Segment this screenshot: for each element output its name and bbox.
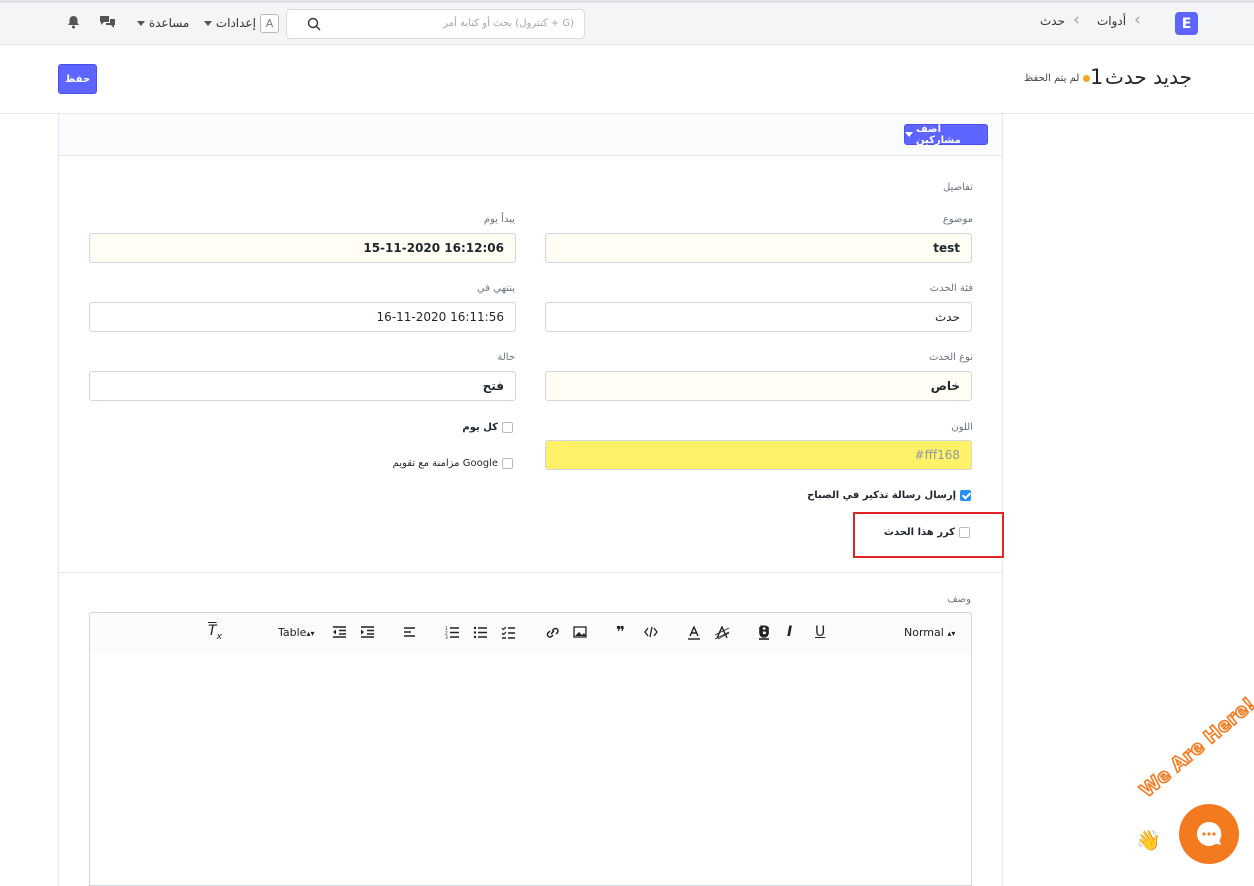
morning-reminder-checkbox[interactable]: إرسال رسالة تذكير في الصباح [807, 490, 971, 501]
help-dropdown[interactable]: مساعدة [137, 16, 189, 30]
bold-icon[interactable]: B [759, 624, 770, 640]
breadcrumb-event[interactable]: حدث [1040, 14, 1065, 28]
top-navbar: E ‹ أدوات ‹ حدث بحث أو كتابة أمر (كنترول… [0, 0, 1254, 45]
chevron-left-icon: ‹ [1134, 10, 1141, 30]
blockquote-icon[interactable]: ❞ [616, 623, 625, 641]
color-input[interactable]: #fff168 [545, 440, 972, 470]
chat-bubble-icon [1196, 821, 1222, 846]
help-label: مساعدة [148, 16, 190, 30]
color-label: اللون [951, 422, 973, 433]
chat-bubbles-icon[interactable] [99, 15, 116, 32]
text-color-icon[interactable] [687, 626, 701, 640]
breadcrumb-tools[interactable]: أدوات [1097, 14, 1126, 28]
table-label: Table [278, 626, 307, 639]
all-day-label: كل يوم [462, 422, 498, 433]
user-avatar[interactable]: A [260, 14, 279, 33]
ordered-list-icon[interactable]: 123 [445, 626, 460, 639]
search-placeholder: بحث أو كتابة أمر (كنترول + G) [443, 18, 574, 29]
caret-down-icon [204, 21, 212, 26]
chat-tagline: We Are Here! [1135, 692, 1254, 802]
format-select[interactable]: Normal ▴▾ [904, 626, 955, 639]
unsaved-status: لم يتم الحفظ [1024, 73, 1080, 84]
settings-dropdown[interactable]: إعدادات [204, 16, 256, 30]
indent-icon[interactable] [360, 626, 375, 638]
google-sync-checkbox[interactable]: مزامنة مع تقويم Google [393, 458, 513, 469]
starts-on-label: يبدأ يوم [483, 214, 515, 225]
checkbox-icon[interactable] [502, 458, 513, 469]
google-sync-label: مزامنة مع تقويم Google [392, 458, 498, 469]
search-input[interactable]: بحث أو كتابة أمر (كنترول + G) [286, 9, 585, 39]
morning-reminder-label: إرسال رسالة تذكير في الصباح [807, 490, 956, 501]
form-panel-header: أضف مشاركين [59, 114, 1002, 156]
event-type-select[interactable]: خاص [545, 371, 972, 401]
divider [59, 155, 1002, 156]
checkbox-checked-icon[interactable] [960, 490, 971, 501]
underline-button[interactable]: U [815, 624, 825, 640]
italic-icon[interactable]: I [787, 624, 792, 640]
unsaved-indicator-dot [1083, 75, 1090, 82]
save-button[interactable]: حفظ [58, 64, 97, 94]
editor-toolbar: Normal ▴▾ I B U ❞ 1 2 3 Table▴▾ Tx [89, 612, 972, 654]
clear-format-x: x [216, 631, 222, 642]
page-title-number: 1 [1090, 65, 1104, 89]
starts-on-input[interactable]: 15-11-2020 16:12:06 [89, 233, 516, 263]
highlight-box [853, 512, 1004, 558]
updown-icon: ▴▾ [306, 629, 315, 638]
link-icon[interactable] [545, 626, 560, 640]
bullet-list-icon[interactable] [473, 626, 488, 639]
checklist-icon[interactable] [501, 626, 516, 639]
chat-launcher-button[interactable] [1179, 804, 1239, 864]
all-day-checkbox[interactable]: كل يوم [462, 422, 513, 433]
table-icon[interactable]: Table▴▾ [278, 626, 314, 639]
updown-icon: ▴▾ [947, 629, 956, 638]
event-category-select[interactable]: حدث [545, 302, 972, 332]
ends-on-input[interactable]: 16-11-2020 16:11:56 [89, 302, 516, 332]
app-logo[interactable]: E [1175, 12, 1198, 35]
format-select-label: Normal [904, 626, 944, 639]
status-label: حالة [497, 352, 515, 363]
caret-down-icon [905, 132, 913, 137]
caret-down-icon [137, 21, 145, 26]
checkbox-icon[interactable] [502, 422, 513, 433]
section-details-heading: تفاصيل [943, 182, 973, 193]
outdent-icon[interactable] [332, 626, 347, 638]
subject-label: موضوع [942, 214, 973, 225]
event-type-label: نوع الحدث [928, 352, 973, 363]
code-icon[interactable] [644, 626, 658, 638]
clear-format-glyph: T [208, 623, 217, 639]
page-title: جديد حدث [1105, 65, 1192, 89]
add-participants-label: أضف مشاركين [916, 123, 961, 146]
description-label: وصف [947, 594, 971, 605]
add-participants-button[interactable]: أضف مشاركين [904, 123, 988, 146]
search-icon [307, 17, 321, 34]
page-header: جديد حدث 1 لم يتم الحفظ حفظ [0, 45, 1254, 114]
waving-hand-icon: 👋 [1136, 828, 1161, 852]
underline-icon: U [815, 624, 826, 640]
status-select[interactable]: فتح [89, 371, 516, 401]
event-category-label: فئة الحدث [929, 283, 973, 294]
ends-on-label: ينتهي في [476, 283, 515, 294]
settings-label: إعدادات [215, 16, 256, 30]
image-icon[interactable] [573, 626, 587, 638]
align-icon[interactable] [403, 626, 416, 638]
background-color-icon[interactable] [714, 626, 730, 640]
notification-bell-icon[interactable] [67, 15, 80, 32]
divider [59, 572, 1002, 573]
svg-text:3: 3 [445, 635, 448, 639]
subject-input[interactable]: test [545, 233, 972, 263]
chevron-left-icon: ‹ [1073, 10, 1080, 30]
description-editor[interactable] [89, 653, 972, 886]
clear-format-icon[interactable]: Tx [208, 623, 222, 642]
